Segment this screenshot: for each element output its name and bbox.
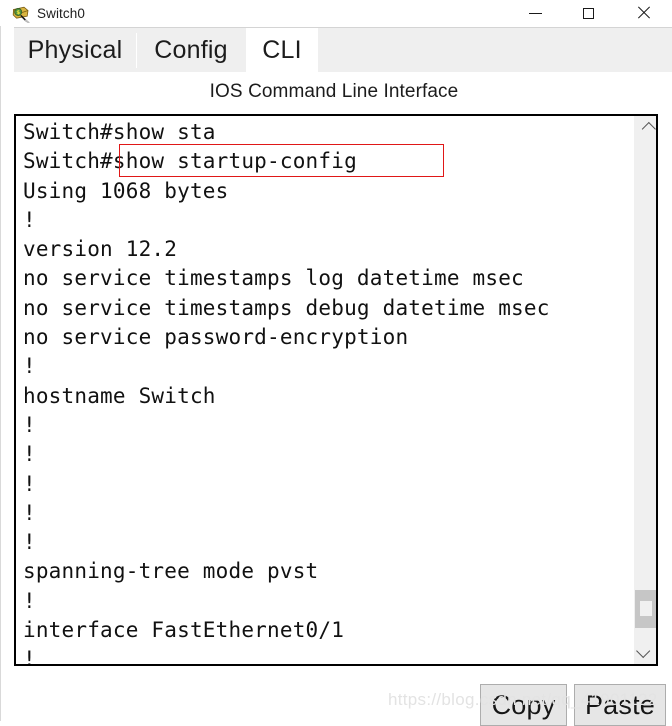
- close-icon: [636, 6, 650, 20]
- window-left-edge: [0, 26, 1, 721]
- cli-header-title: IOS Command Line Interface: [209, 81, 459, 102]
- tab-cli[interactable]: CLI: [246, 28, 318, 73]
- scroll-up-button[interactable]: [634, 118, 656, 140]
- tab-config-label: Config: [154, 36, 228, 64]
- scroll-down-button[interactable]: [634, 640, 656, 662]
- tab-cli-label: CLI: [262, 36, 302, 64]
- minimize-button[interactable]: [512, 0, 558, 26]
- close-button[interactable]: [620, 0, 666, 26]
- title-bar: $ Switch0: [0, 0, 672, 26]
- cli-terminal-text: Switch#show sta Switch#show startup-conf…: [23, 120, 550, 666]
- cli-terminal[interactable]: Switch#show sta Switch#show startup-conf…: [14, 114, 658, 666]
- tab-bar: Physical Config CLI: [14, 27, 672, 73]
- minimize-icon: [528, 12, 542, 14]
- packet-tracer-switch-icon: $: [11, 4, 30, 24]
- chevron-down-icon: [635, 643, 650, 659]
- tab-config[interactable]: Config: [137, 28, 245, 73]
- paste-button[interactable]: Paste: [574, 684, 666, 726]
- svg-text:$: $: [16, 10, 20, 16]
- tab-physical[interactable]: Physical: [14, 28, 136, 73]
- copy-button-label: Copy: [491, 689, 556, 720]
- cli-panel: IOS Command Line Interface Switch#show s…: [14, 72, 672, 726]
- tab-physical-label: Physical: [27, 36, 123, 64]
- terminal-scrollbar[interactable]: [633, 116, 656, 664]
- chevron-up-icon: [641, 121, 656, 137]
- maximize-button[interactable]: [565, 0, 611, 26]
- title-bar-left: $ Switch0: [11, 0, 85, 26]
- maximize-icon: [582, 7, 594, 19]
- copy-button[interactable]: Copy: [480, 684, 567, 726]
- scrollbar-thumb[interactable]: [635, 590, 656, 628]
- paste-button-label: Paste: [584, 689, 656, 720]
- window-title: Switch0: [37, 5, 85, 21]
- switch0-window: $ Switch0 Physical Config CLI IOS Comman…: [0, 0, 672, 726]
